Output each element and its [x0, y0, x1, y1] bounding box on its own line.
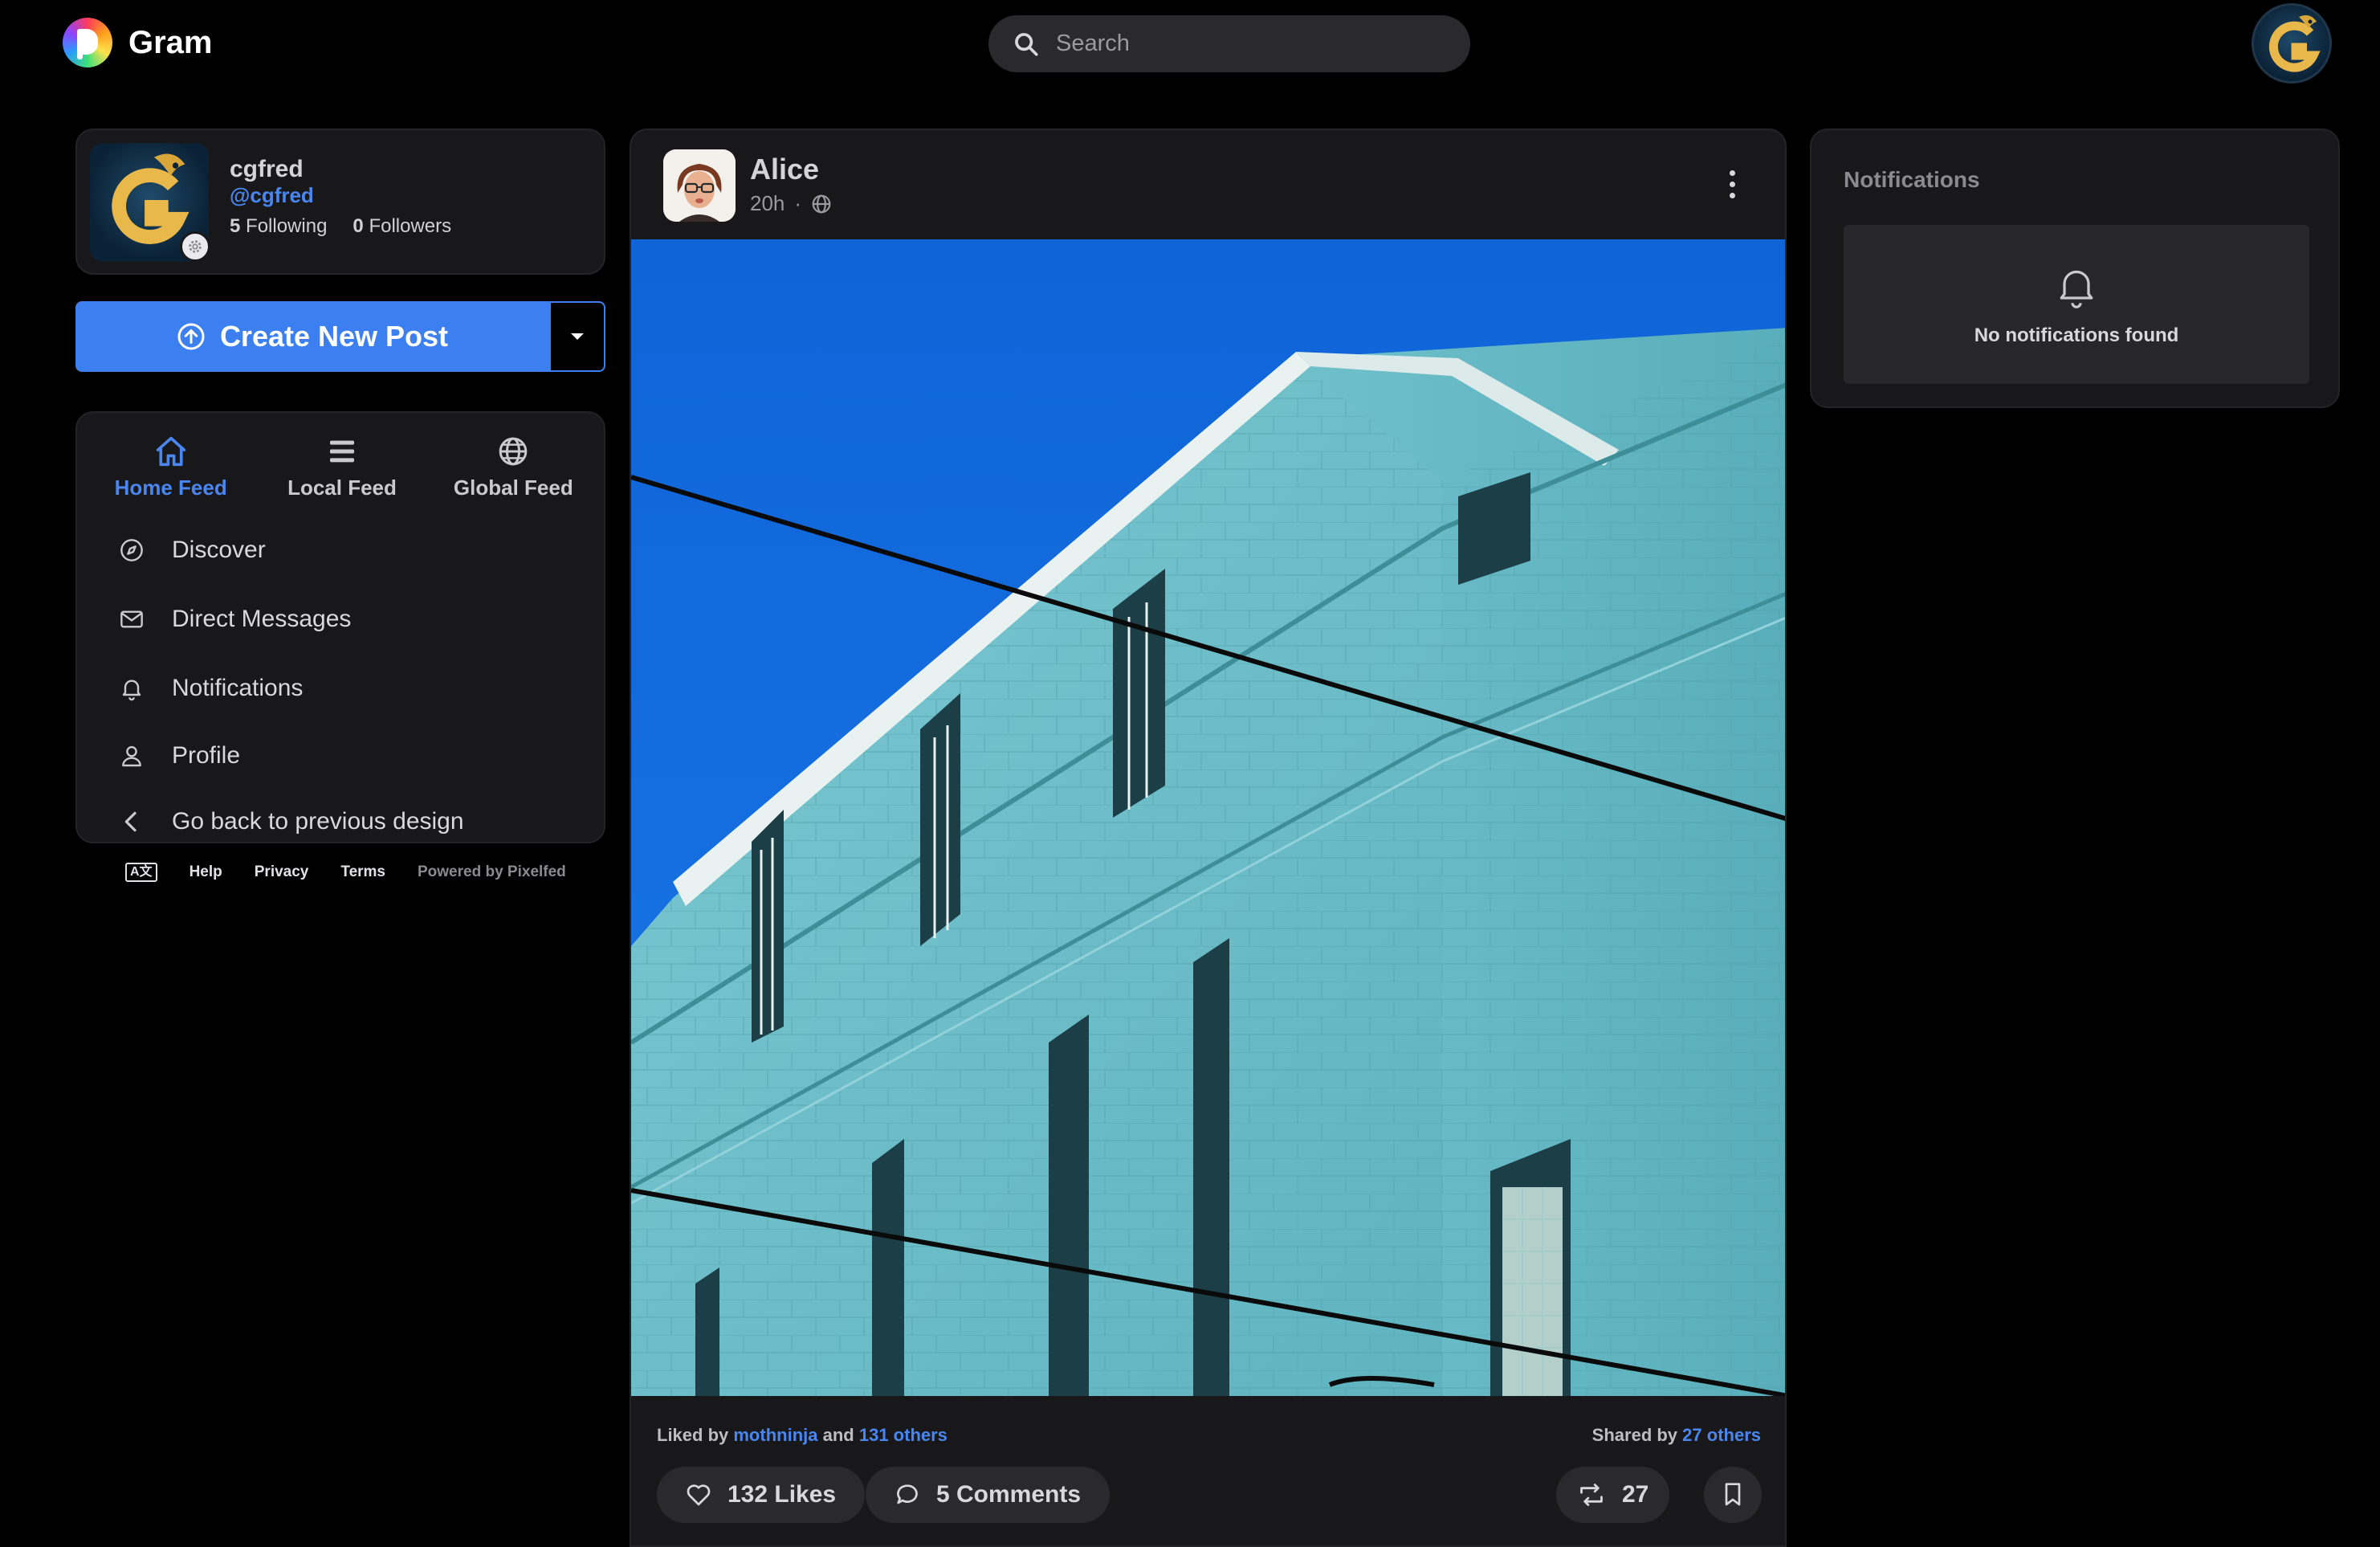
bookmark-icon [1725, 1483, 1741, 1506]
shared-by-others-link[interactable]: 27 others [1682, 1425, 1761, 1445]
bell-icon [122, 680, 141, 701]
chevron-left-icon [124, 811, 137, 832]
settings-gear-button[interactable] [180, 231, 210, 262]
meta-separator: · [794, 191, 802, 215]
followers-label: Followers [369, 215, 452, 237]
top-bar: Gram [0, 0, 2380, 87]
likes-count-label: 132 Likes [727, 1481, 837, 1508]
pixelfed-logo-icon [63, 18, 112, 67]
footer-terms-link[interactable]: Terms [340, 863, 385, 881]
more-dot [1729, 170, 1735, 176]
upload-circle-icon [177, 323, 205, 350]
nav-item-notifications-label: Notifications [172, 675, 304, 701]
post-more-options-button[interactable] [1720, 170, 1744, 210]
followers-link[interactable]: 0 Followers [353, 215, 451, 238]
liked-by-and: and [822, 1425, 854, 1445]
user-icon [122, 745, 141, 767]
following-link[interactable]: 5 Following [230, 215, 327, 238]
dragon-g-avatar-icon [2268, 15, 2321, 72]
globe-icon [499, 437, 528, 466]
tab-local-feed-label: Local Feed [287, 476, 397, 500]
envelope-icon [120, 610, 143, 628]
create-new-post-label: Create New Post [219, 320, 449, 353]
search-icon [1015, 32, 1038, 56]
nav-item-discover-label: Discover [172, 537, 266, 563]
notifications-empty-state: No notifications found [1844, 225, 2309, 384]
post-timestamp[interactable]: 20h [750, 191, 785, 216]
liked-by-others-link[interactable]: 131 others [859, 1425, 948, 1445]
profile-card[interactable]: cgfred @cgfred 5 Following 0 Followers [75, 129, 605, 275]
home-icon [156, 436, 185, 467]
notifications-empty-text: No notifications found [1974, 325, 2179, 346]
post-photo[interactable] [631, 239, 1785, 1396]
navigation-card: Home Feed Local Feed Global Feed Discove… [75, 411, 605, 843]
caret-down-icon [571, 333, 584, 340]
search-bar[interactable] [988, 15, 1470, 72]
brand-name: Gram [128, 24, 213, 60]
bell-icon [2060, 270, 2093, 308]
profile-name[interactable]: cgfred [230, 156, 304, 183]
nav-list: Discover Direct Messages Notifications P… [77, 516, 607, 855]
create-post-group: Create New Post [75, 301, 605, 372]
nav-item-profile[interactable]: Profile [77, 723, 607, 789]
list-icon [329, 440, 354, 463]
bookmark-button[interactable] [1704, 1467, 1762, 1523]
post-author-avatar[interactable] [663, 149, 736, 222]
footer-privacy-link[interactable]: Privacy [255, 863, 309, 881]
share-button[interactable]: 27 [1556, 1467, 1670, 1523]
heart-icon [687, 1484, 711, 1506]
create-post-dropdown-toggle[interactable] [549, 301, 605, 372]
compass-icon [120, 539, 143, 561]
tab-home-feed-label: Home Feed [114, 476, 227, 500]
shared-by-line: Shared by 27 others [1592, 1425, 1761, 1446]
nav-item-profile-label: Profile [172, 742, 241, 769]
user-avatar-button[interactable] [2252, 3, 2332, 84]
brand[interactable]: Gram [63, 18, 213, 67]
search-input[interactable] [1056, 31, 1441, 57]
post-meta: 20h · [750, 191, 832, 216]
liked-by-prefix: Liked by [657, 1425, 729, 1445]
repost-icon [1580, 1484, 1603, 1506]
profile-stats: 5 Following 0 Followers [230, 215, 451, 238]
tab-local-feed[interactable]: Local Feed [262, 426, 422, 506]
building-photo-image [631, 239, 1785, 1396]
nav-item-direct-messages[interactable]: Direct Messages [77, 585, 607, 654]
profile-handle[interactable]: @cgfred [230, 183, 314, 208]
footer-help-link[interactable]: Help [190, 863, 222, 881]
more-dot [1729, 193, 1735, 198]
shares-count: 27 [1622, 1481, 1649, 1508]
author-portrait-image [663, 149, 736, 222]
comments-button[interactable]: 5 Comments [866, 1467, 1111, 1523]
nav-item-discover[interactable]: Discover [77, 516, 607, 585]
feed-post: Alice 20h · Liked by mothninja and 131 o… [630, 129, 1787, 1547]
nav-item-previous-design[interactable]: Go back to previous design [77, 789, 607, 855]
comment-icon [897, 1484, 918, 1504]
tab-home-feed[interactable]: Home Feed [91, 426, 251, 506]
shared-by-prefix: Shared by [1591, 1425, 1678, 1445]
globe-icon [812, 194, 831, 213]
notifications-panel-title: Notifications [1844, 167, 1980, 192]
nav-item-notifications[interactable]: Notifications [77, 654, 607, 723]
like-button[interactable]: 132 Likes [657, 1467, 866, 1523]
liked-by-user-link[interactable]: mothninja [733, 1425, 817, 1445]
tab-global-feed-label: Global Feed [453, 476, 573, 500]
gear-icon [189, 240, 202, 253]
liked-by-line: Liked by mothninja and 131 others [657, 1425, 948, 1446]
following-label: Following [246, 215, 328, 237]
comments-count-label: 5 Comments [936, 1481, 1082, 1508]
nav-item-direct-messages-label: Direct Messages [172, 606, 352, 632]
nav-item-previous-design-label: Go back to previous design [172, 808, 464, 835]
more-dot [1729, 182, 1735, 187]
language-icon[interactable]: A文 [125, 863, 157, 882]
post-author-name[interactable]: Alice [750, 153, 819, 186]
following-count: 5 [230, 215, 241, 237]
footer-links: A文 Help Privacy Terms Powered by Pixelfe… [125, 863, 566, 882]
followers-count: 0 [353, 215, 364, 237]
tab-global-feed[interactable]: Global Feed [433, 426, 593, 506]
feed-tabs: Home Feed Local Feed Global Feed [77, 426, 607, 506]
notifications-panel: Notifications No notifications found [1810, 129, 2340, 408]
create-new-post-button[interactable]: Create New Post [75, 301, 549, 372]
footer-powered-by-link[interactable]: Powered by Pixelfed [418, 863, 566, 881]
